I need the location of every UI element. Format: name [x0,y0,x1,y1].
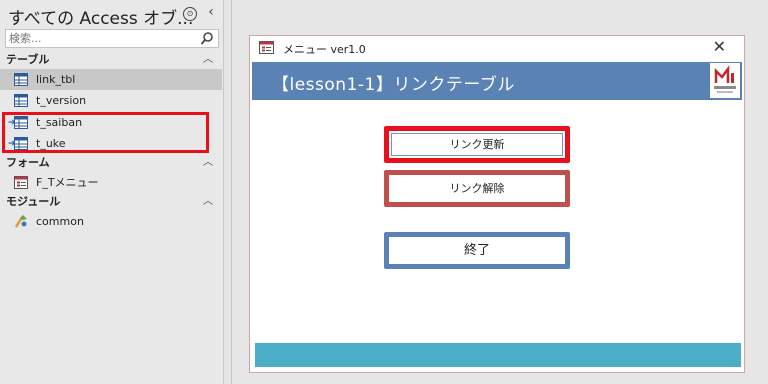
nav-item-t-version[interactable]: t_version [0,90,222,111]
nav-pane-title[interactable]: すべての Access オブ... [8,4,193,29]
nav-item-label: t_version [36,94,87,107]
group-header-modules[interactable]: モジュール ︿ [0,193,223,211]
form-header-title: 【lesson1-1】リンクテーブル [272,75,515,95]
form-icon [14,176,28,189]
nav-collapse-icon[interactable]: ‹ [204,3,218,21]
exit-button[interactable]: 終了 [384,232,570,269]
search-icon[interactable] [200,31,214,46]
nav-search-box [5,29,219,48]
close-icon[interactable]: ✕ [713,37,726,57]
group-label: フォーム [6,156,50,169]
chevron-up-icon[interactable]: ︿ [203,51,213,69]
logo-icon [710,63,740,98]
form-window: メニュー ver1.0 ✕ 【lesson1-1】リンクテーブル リンク更新 リ… [249,35,745,373]
module-icon [15,215,27,228]
nav-item-label: F_Tメニュー [36,176,99,189]
link-update-button-label: リンク更新 [391,133,563,156]
chevron-up-icon[interactable]: ︿ [203,193,213,211]
form-window-title: メニュー ver1.0 [283,43,366,56]
navigation-pane: すべての Access オブ... ⊙ ‹ テーブル ︿ link_tbl [0,0,224,384]
group-label: テーブル [6,53,50,66]
form-header-bar: 【lesson1-1】リンクテーブル [252,62,742,100]
nav-item-link-tbl[interactable]: link_tbl [0,69,222,90]
nav-item-label: common [36,215,84,228]
table-icon [14,94,28,107]
form-icon [259,41,274,54]
nav-item-f-tmenu[interactable]: F_Tメニュー [0,172,222,193]
group-header-forms[interactable]: フォーム ︿ [0,154,223,172]
group-label: モジュール [6,195,61,208]
highlight-annotation-box [2,112,209,153]
group-header-tables[interactable]: テーブル ︿ [0,51,223,69]
table-icon [14,73,28,86]
link-release-button[interactable]: リンク解除 [384,170,570,207]
nav-item-common[interactable]: common [0,211,222,232]
link-update-button[interactable]: リンク更新 [384,126,570,163]
form-footer-bar [255,343,741,367]
nav-item-label: link_tbl [36,73,76,86]
form-titlebar[interactable]: メニュー ver1.0 ✕ [250,36,744,60]
nav-search-input[interactable] [9,31,189,46]
chevron-up-icon[interactable]: ︿ [203,154,213,172]
nav-menu-dropdown-icon[interactable]: ⊙ [183,7,197,21]
